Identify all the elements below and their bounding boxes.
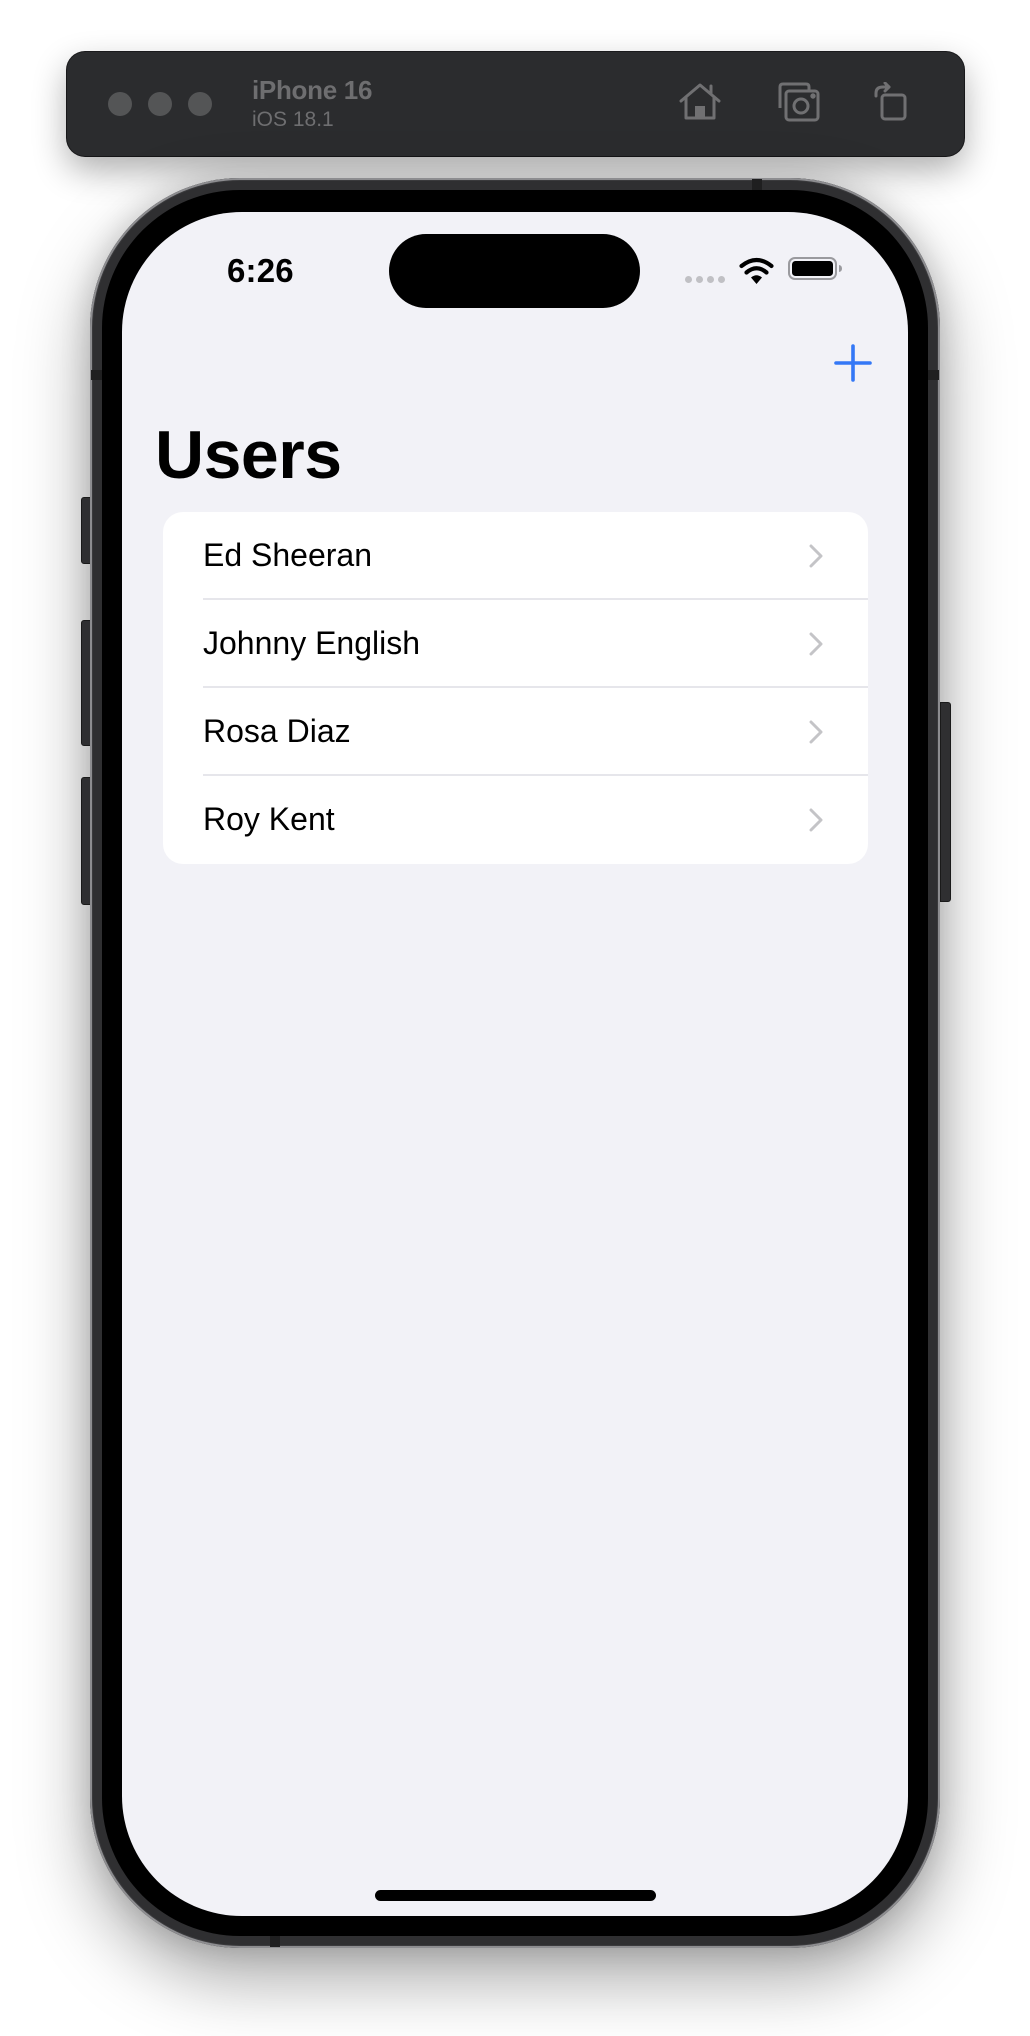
antenna-line <box>928 370 939 380</box>
user-name: Ed Sheeran <box>203 537 373 573</box>
page-title: Users <box>155 417 342 493</box>
user-row[interactable]: Roy Kent <box>163 776 868 864</box>
user-name: Rosa Diaz <box>203 713 351 749</box>
add-user-button[interactable] <box>833 343 873 383</box>
chevron-right-icon <box>809 632 823 656</box>
device-name: iPhone 16 <box>252 75 373 105</box>
antenna-line <box>270 1936 280 1947</box>
antenna-line <box>91 370 102 380</box>
chevron-right-icon <box>809 808 823 832</box>
simulator-toolbar: iPhone 16 iOS 18.1 <box>67 52 964 156</box>
status-time: 6:26 <box>227 252 294 289</box>
home-indicator[interactable] <box>375 1890 656 1901</box>
user-name: Roy Kent <box>203 801 335 837</box>
home-icon[interactable] <box>678 82 722 122</box>
plus-icon <box>834 344 872 382</box>
window-zoom-button[interactable] <box>188 92 212 116</box>
window-minimize-button[interactable] <box>148 92 172 116</box>
cellular-signal-icon <box>685 276 727 283</box>
user-name: Johnny English <box>203 625 421 661</box>
chevron-right-icon <box>809 720 823 744</box>
chevron-right-icon <box>809 544 823 568</box>
screenshot-icon[interactable] <box>776 82 820 122</box>
window-close-button[interactable] <box>108 92 132 116</box>
os-version: iOS 18.1 <box>252 108 334 131</box>
antenna-line <box>752 179 762 190</box>
users-list: Ed Sheeran Johnny English Rosa Diaz Roy … <box>163 512 868 864</box>
side-power-button[interactable] <box>940 702 951 902</box>
wifi-icon <box>739 257 774 284</box>
user-row[interactable]: Ed Sheeran <box>163 512 868 600</box>
dynamic-island <box>389 234 640 308</box>
battery-icon <box>788 257 844 280</box>
rotate-icon[interactable] <box>869 82 913 122</box>
user-row[interactable]: Johnny English <box>163 600 868 688</box>
user-row[interactable]: Rosa Diaz <box>163 688 868 776</box>
phone-screen: 6:26 Users Ed Sheeran Johnny English Ros… <box>122 212 908 1916</box>
